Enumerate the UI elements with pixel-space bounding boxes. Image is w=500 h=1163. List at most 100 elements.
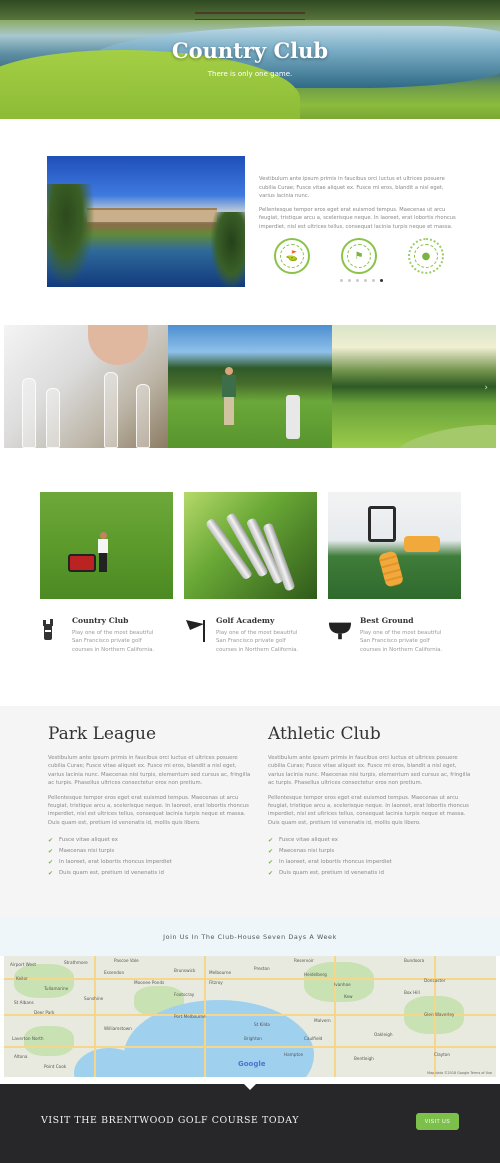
intro-text: Vestibulum ante ipsum primis in faucibus… bbox=[259, 175, 459, 232]
club-column-athletic-club: Athletic Club Vestibulum ante ipsum prim… bbox=[268, 724, 473, 879]
footer-notch bbox=[243, 1083, 257, 1090]
club-checklist: ✔ Fusce vitae aliquet ex ✔ Maecenas nisi t… bbox=[268, 835, 473, 879]
resort-hotel bbox=[87, 208, 217, 222]
map-label: Bentleigh bbox=[354, 1056, 374, 1061]
map-label: Williamstown bbox=[104, 1026, 132, 1031]
list-item: ✔ Fusce vitae aliquet ex bbox=[48, 837, 118, 845]
carousel-dot[interactable] bbox=[340, 279, 343, 282]
map-label: Box Hill bbox=[404, 990, 420, 995]
golf-flag-badge-icon[interactable]: ⚑ bbox=[341, 238, 377, 274]
map-label: Strathmore bbox=[64, 960, 88, 965]
golf-bag-icon bbox=[36, 617, 60, 643]
check-icon: ✔ bbox=[268, 870, 274, 878]
road bbox=[4, 1014, 496, 1016]
google-logo: Google bbox=[238, 1060, 266, 1068]
map-label: Reservoir bbox=[294, 958, 314, 963]
road bbox=[94, 956, 96, 1077]
gallery-photo-dining[interactable] bbox=[4, 325, 168, 448]
hand-shape bbox=[88, 325, 148, 365]
footer-cta-text: VISIT THE BRENTWOOD GOLF COURSE TODAY bbox=[41, 1115, 300, 1126]
road bbox=[4, 1046, 496, 1048]
map-label: Sunshine bbox=[84, 996, 104, 1001]
club-title: Park League bbox=[48, 724, 157, 744]
map-label: Brighton bbox=[244, 1036, 262, 1041]
map-label: Tullamarine bbox=[44, 986, 69, 991]
location-map[interactable]: Google Map data ©2018 Google Terms of Us… bbox=[4, 956, 496, 1077]
map-label: Essendon bbox=[104, 970, 125, 975]
feature-title: Golf Academy bbox=[216, 616, 275, 625]
map-label: Moonee Ponds bbox=[134, 980, 165, 985]
map-label: Heidelberg bbox=[304, 972, 327, 977]
map-label: Ivanhoe bbox=[334, 982, 351, 987]
intro-paragraph: Pellentesque tempor eros eget erat euism… bbox=[259, 206, 456, 230]
golfer-figure bbox=[222, 367, 236, 427]
list-item: ✔ Duis quam est, pretium id venenatis id bbox=[48, 870, 164, 878]
map-label: Caulfield bbox=[304, 1036, 323, 1041]
palm-tree bbox=[211, 212, 245, 287]
carousel-dot[interactable] bbox=[356, 279, 359, 282]
map-credit: Map data ©2018 Google Terms of Use bbox=[427, 1071, 492, 1075]
photo-gallery: › bbox=[4, 325, 496, 448]
golf-badge-icon[interactable]: ⛳ bbox=[274, 238, 310, 274]
map-label: Point Cook bbox=[44, 1064, 67, 1069]
golf-balls bbox=[377, 550, 405, 588]
check-icon: ✔ bbox=[268, 837, 274, 845]
hero-bridge bbox=[195, 12, 305, 20]
list-item: ✔ In laoreet, erat lobortis rhoncus imper… bbox=[268, 859, 392, 867]
club-column-park-league: Park League Vestibulum ante ipsum primis… bbox=[48, 724, 253, 879]
gallery-photo-course[interactable]: › bbox=[332, 325, 496, 448]
list-item: ✔ Maecenas nisi turpis bbox=[268, 848, 335, 856]
hero-title: Country Club bbox=[171, 38, 329, 63]
carousel-dot[interactable] bbox=[364, 279, 367, 282]
list-item: ✔ Duis quam est, pretium id venenatis id bbox=[268, 870, 384, 878]
check-icon: ✔ bbox=[48, 837, 54, 845]
golf-ball-tee-icon bbox=[328, 617, 352, 643]
chevron-right-icon[interactable]: › bbox=[484, 383, 488, 393]
map-label: Airport West bbox=[10, 962, 36, 967]
wine-glass bbox=[104, 372, 118, 448]
map-label: Hampton bbox=[284, 1052, 304, 1057]
map-label: St Kilda bbox=[254, 1022, 270, 1027]
golf-bag bbox=[286, 395, 300, 439]
map-label: Kew bbox=[344, 994, 353, 999]
resort-photo bbox=[47, 156, 245, 287]
map-label: Clayton bbox=[434, 1052, 450, 1057]
feature-photo-golf-clubs bbox=[184, 492, 317, 599]
feature-title: Best Ground bbox=[360, 616, 414, 625]
feature-photo-golf-cart bbox=[40, 492, 173, 599]
feature-title: Country Club bbox=[72, 616, 129, 625]
map-label: Doncaster bbox=[424, 978, 446, 983]
visit-us-button[interactable]: VISIT US bbox=[416, 1113, 459, 1130]
carousel-dot[interactable] bbox=[348, 279, 351, 282]
park-area bbox=[24, 1026, 74, 1056]
join-banner: Join Us In The Club-House Seven Days A W… bbox=[0, 918, 500, 956]
golf-ball-badge-icon[interactable]: ● bbox=[408, 238, 444, 274]
map-label: Preston bbox=[254, 966, 270, 971]
feature-description: Play one of the most beautiful San Franc… bbox=[216, 630, 299, 653]
club-title: Athletic Club bbox=[268, 724, 381, 744]
hero-banner: Country Club There is only one game. bbox=[0, 0, 500, 119]
hero-subtitle: There is only one game. bbox=[207, 70, 293, 78]
list-item: ✔ Maecenas nisi turpis bbox=[48, 848, 115, 856]
gallery-photo-golfer[interactable] bbox=[168, 325, 332, 448]
wine-glass bbox=[136, 384, 150, 448]
map-label: Footscray bbox=[174, 992, 195, 997]
list-item: ✔ Fusce vitae aliquet ex bbox=[268, 837, 338, 845]
map-label: Fitzroy bbox=[209, 980, 223, 985]
carousel-dots bbox=[340, 279, 383, 282]
club-paragraph: Pellentesque tempor eros eget erat euism… bbox=[268, 794, 469, 826]
feature-description: Play one of the most beautiful San Franc… bbox=[72, 630, 155, 653]
road bbox=[4, 978, 496, 980]
check-icon: ✔ bbox=[48, 859, 54, 867]
feature-description: Play one of the most beautiful San Franc… bbox=[360, 630, 443, 653]
range-chair bbox=[368, 506, 396, 542]
check-icon: ✔ bbox=[48, 870, 54, 878]
golfer-figure bbox=[98, 532, 108, 572]
club-checklist: ✔ Fusce vitae aliquet ex ✔ Maecenas nisi t… bbox=[48, 835, 253, 879]
check-icon: ✔ bbox=[268, 859, 274, 867]
map-label: Malvern bbox=[314, 1018, 331, 1023]
map-label: Pascoe Vale bbox=[114, 958, 139, 963]
clubs-section: Park League Vestibulum ante ipsum primis… bbox=[0, 706, 500, 918]
carousel-dot[interactable] bbox=[372, 279, 375, 282]
carousel-dot-active[interactable] bbox=[380, 279, 383, 282]
